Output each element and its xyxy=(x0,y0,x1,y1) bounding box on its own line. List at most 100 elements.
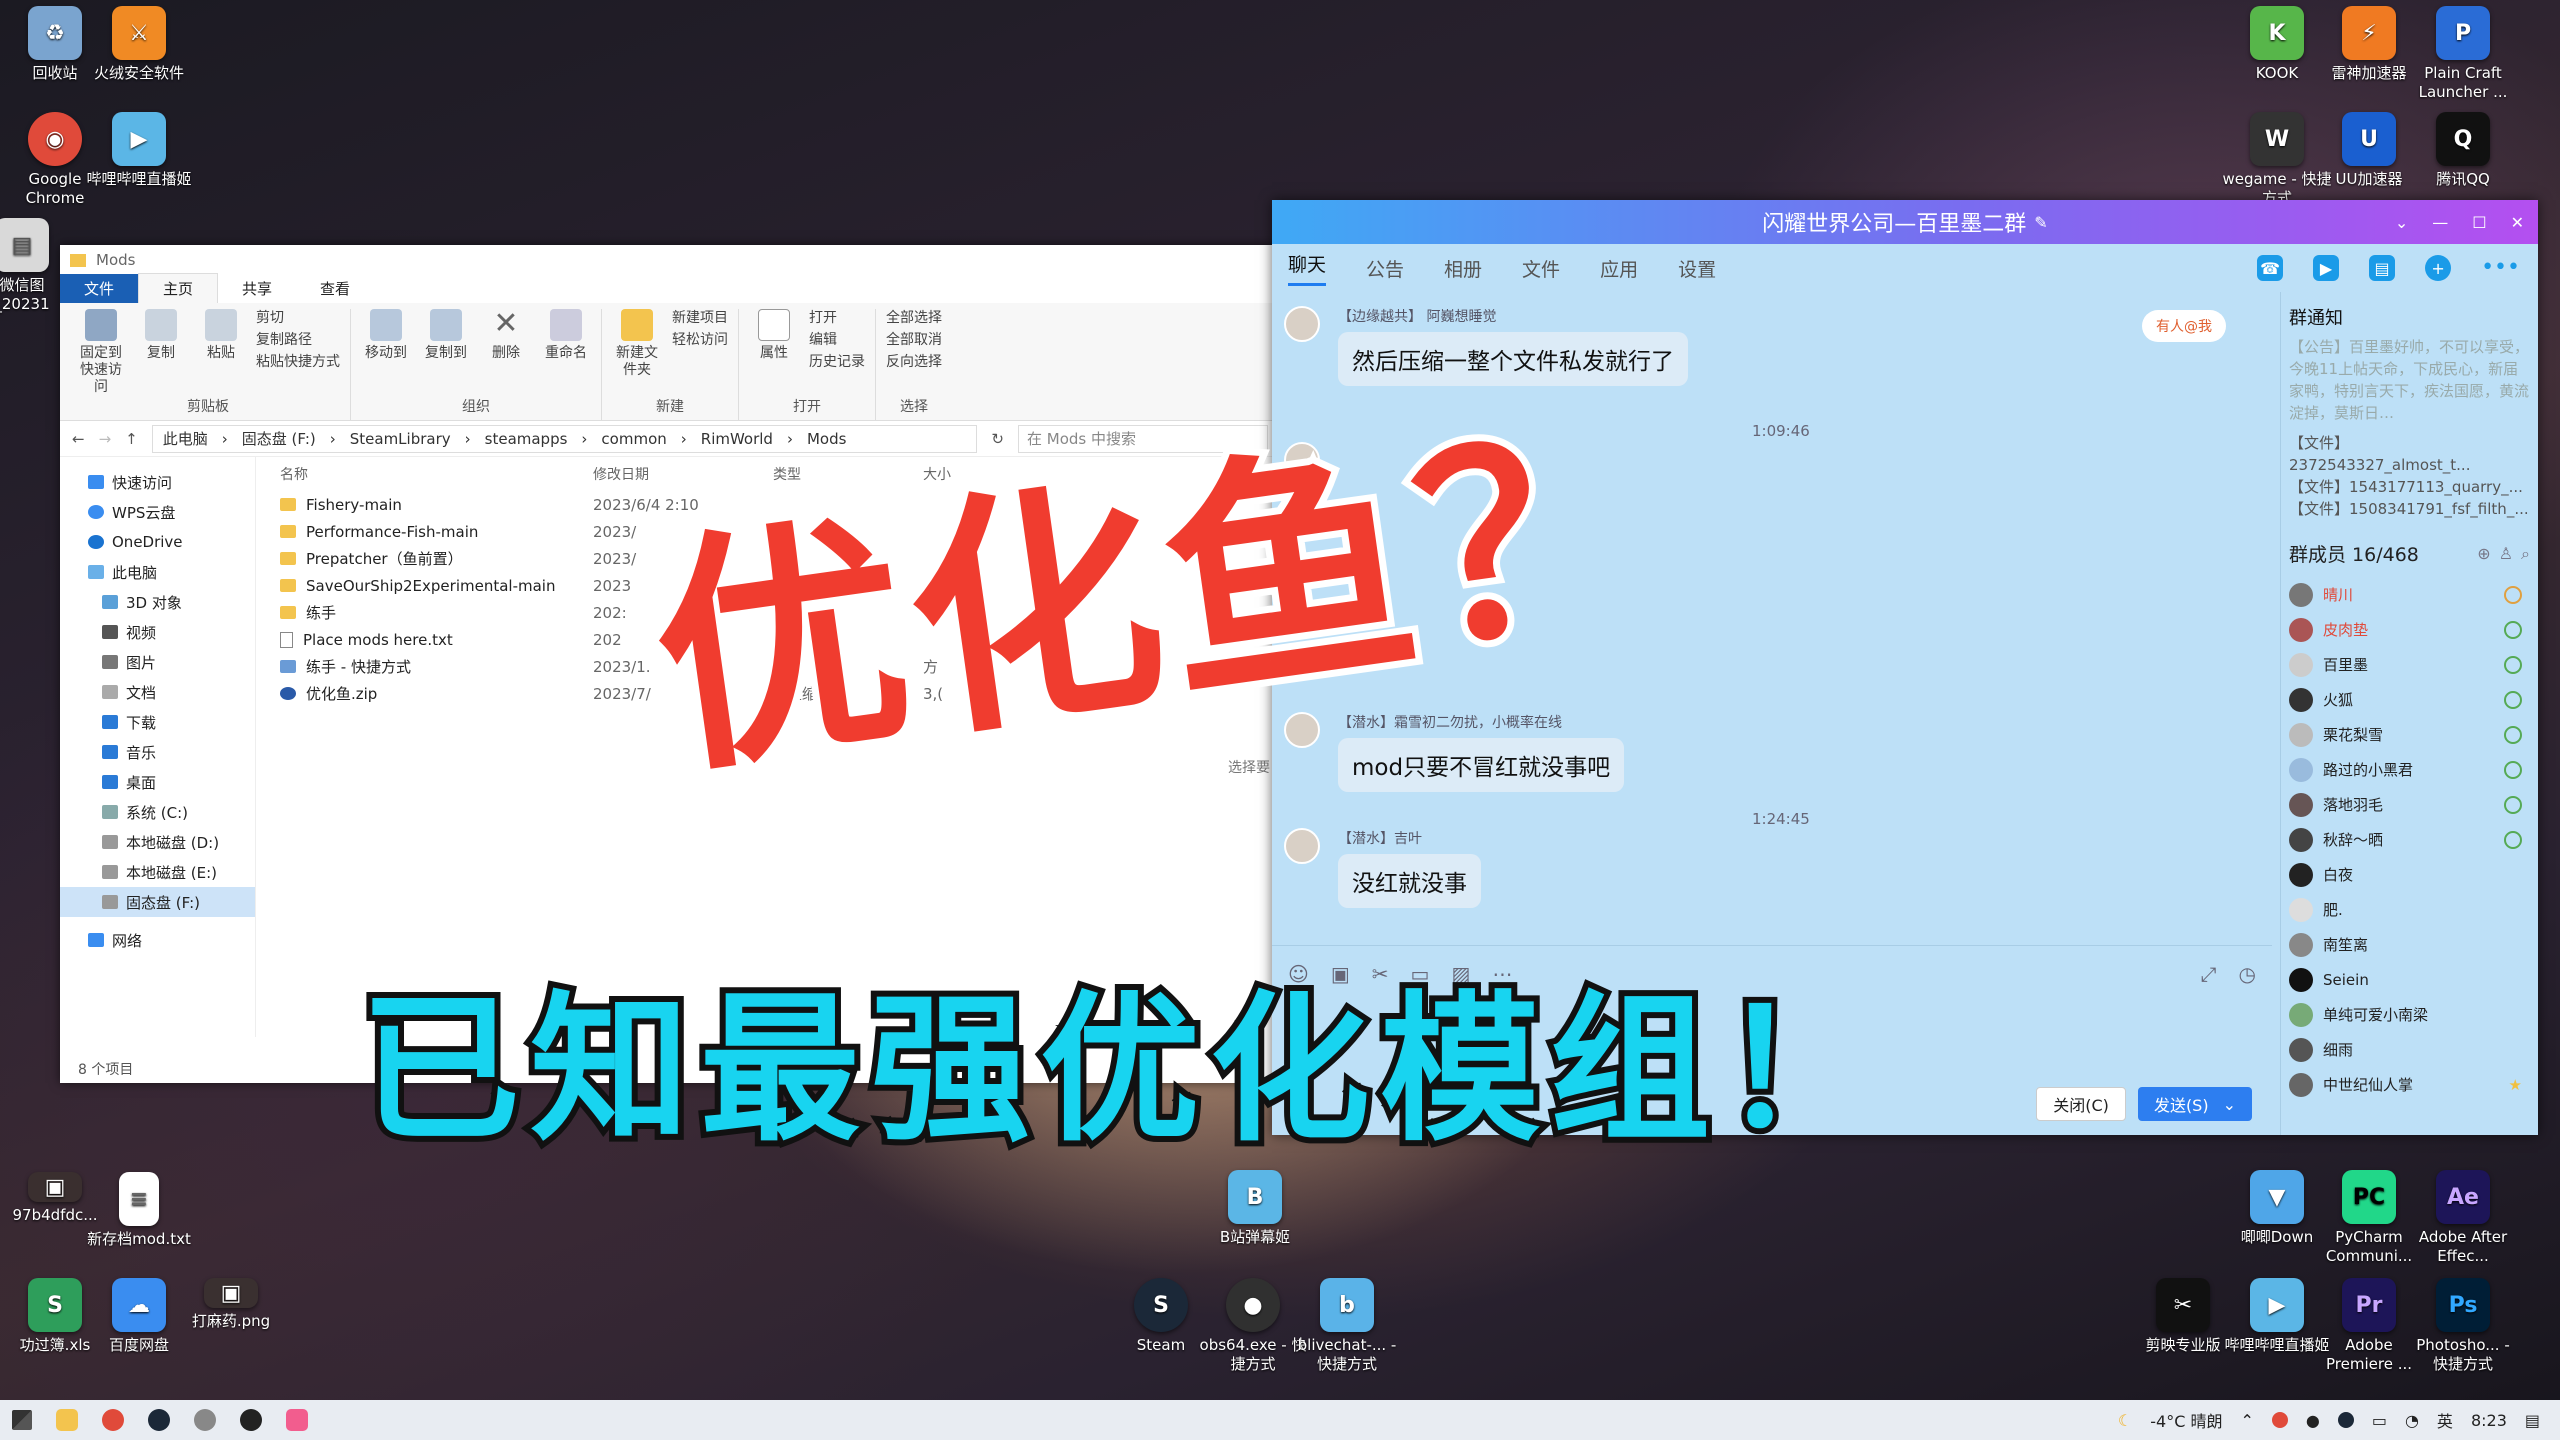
crumb[interactable]: 固态盘 (F:) xyxy=(242,428,316,449)
cut-button[interactable]: 剪切 xyxy=(256,309,340,327)
up-icon[interactable]: ↑ xyxy=(125,430,138,448)
tab-chat[interactable]: 聊天 xyxy=(1288,250,1327,286)
nav-item-drive-d[interactable]: 本地磁盘 (D:) xyxy=(60,827,255,857)
chevron-up-icon[interactable]: ⌃ xyxy=(2240,1411,2253,1430)
nav-item-desktop[interactable]: 桌面 xyxy=(60,767,255,797)
tab-announcement[interactable]: 公告 xyxy=(1366,255,1404,282)
member-item[interactable]: 肥. xyxy=(2289,892,2530,927)
file-explorer-icon[interactable] xyxy=(56,1409,78,1431)
send-button[interactable]: 发送(S) ⌄ xyxy=(2137,1087,2252,1121)
history-button[interactable]: 历史记录 xyxy=(809,353,865,371)
bilibili-icon[interactable] xyxy=(286,1409,308,1431)
expand-icon[interactable]: ⤢ xyxy=(2201,962,2217,986)
tab-home[interactable]: 主页 xyxy=(138,273,219,303)
qq-titlebar[interactable]: 闪耀世界公司—百里墨二群 ✎ ⌄ — ☐ ✕ xyxy=(1272,200,2538,244)
copy-path-button[interactable]: 复制路径 xyxy=(256,331,340,349)
member-item[interactable]: 秋辞～晒 xyxy=(2289,822,2530,857)
nav-item-drive-e[interactable]: 本地磁盘 (E:) xyxy=(60,857,255,887)
tab-apps[interactable]: 应用 xyxy=(1600,255,1638,282)
member-item[interactable]: 晴川 xyxy=(2289,577,2530,612)
back-icon[interactable]: ← xyxy=(72,430,85,448)
desktop-icon-pcl[interactable]: P Plain Craft Launcher ... xyxy=(2408,6,2518,102)
tab-file[interactable]: 文件 xyxy=(60,274,139,303)
weather-text[interactable]: -4°C 晴朗 xyxy=(2150,1408,2222,1432)
edit-button[interactable]: 编辑 xyxy=(809,331,865,349)
member-item[interactable]: 单纯可爱小南梁 xyxy=(2289,997,2530,1032)
nav-item-videos[interactable]: 视频 xyxy=(60,617,255,647)
chevron-down-icon[interactable]: ⌄ xyxy=(2395,213,2408,232)
move-to-button[interactable]: 移动到 xyxy=(361,309,411,362)
select-none-button[interactable]: 全部取消 xyxy=(886,331,942,349)
select-all-button[interactable]: 全部选择 xyxy=(886,309,942,327)
crumb[interactable]: common xyxy=(601,430,666,448)
tab-files[interactable]: 文件 xyxy=(1522,255,1560,282)
delete-button[interactable]: ✕ 删除 xyxy=(481,309,531,362)
close-icon[interactable]: ✕ xyxy=(2511,213,2524,232)
nav-item-downloads[interactable]: 下载 xyxy=(60,707,255,737)
pin-quick-access-button[interactable]: 固定到快速访问 xyxy=(76,309,126,396)
nav-item-network[interactable]: 网络 xyxy=(60,925,255,955)
network-icon[interactable]: ▭ xyxy=(2372,1411,2387,1430)
tab-album[interactable]: 相册 xyxy=(1444,255,1482,282)
crumb[interactable]: steamapps xyxy=(485,430,568,448)
tab-view[interactable]: 查看 xyxy=(296,274,374,303)
member-item[interactable]: 百里墨 xyxy=(2289,647,2530,682)
notice-file[interactable]: 【文件】2372543327_almost_t... xyxy=(2289,432,2530,476)
explorer-titlebar[interactable]: Mods xyxy=(60,245,1280,275)
tab-share[interactable]: 共享 xyxy=(218,274,296,303)
member-item[interactable]: 南笙离 xyxy=(2289,927,2530,962)
rename-button[interactable]: 重命名 xyxy=(541,309,591,362)
member-item[interactable]: 栗花梨雪 xyxy=(2289,717,2530,752)
invite-icon[interactable]: ⊕ xyxy=(2477,544,2490,563)
nav-item-music[interactable]: 音乐 xyxy=(60,737,255,767)
nav-item-quick-access[interactable]: 快速访问 xyxy=(60,467,255,497)
close-button[interactable]: 关闭(C) xyxy=(2036,1087,2126,1121)
open-button[interactable]: 打开 xyxy=(809,309,865,327)
copy-to-button[interactable]: 复制到 xyxy=(421,309,471,362)
more-icon[interactable]: ••• xyxy=(2481,255,2520,281)
history-clock-icon[interactable]: ◷ xyxy=(2239,962,2256,986)
nav-item-this-pc[interactable]: 此电脑 xyxy=(60,557,255,587)
member-item[interactable]: 落地羽毛 xyxy=(2289,787,2530,822)
nav-item-wps[interactable]: WPS云盘 xyxy=(60,497,255,527)
steam-icon[interactable] xyxy=(148,1409,170,1431)
add-member-icon[interactable]: + xyxy=(2425,255,2452,281)
avatar[interactable] xyxy=(1284,828,1320,864)
chevron-down-icon[interactable]: ⌄ xyxy=(2223,1095,2236,1114)
phone-icon[interactable]: ☎ xyxy=(2257,255,2284,281)
desktop-icon-png[interactable]: ▣ 打麻药.png xyxy=(176,1278,286,1331)
screen-share-icon[interactable]: ▤ xyxy=(2369,255,2396,281)
desktop-icon-qq[interactable]: Q 腾讯QQ xyxy=(2408,112,2518,189)
desktop-icon-wechat-image[interactable]: ▤ 微信图_20231 xyxy=(0,218,62,314)
crumb[interactable]: SteamLibrary xyxy=(350,430,451,448)
notice-file[interactable]: 【文件】1543177113_quarry_... xyxy=(2289,476,2530,498)
nav-item-drive-c[interactable]: 系统 (C:) xyxy=(60,797,255,827)
ime-indicator[interactable]: 英 xyxy=(2437,1408,2453,1432)
invert-selection-button[interactable]: 反向选择 xyxy=(886,353,942,371)
member-icon[interactable]: ♙ xyxy=(2499,544,2513,563)
tray-app-icon[interactable] xyxy=(2271,1412,2288,1428)
video-call-icon[interactable]: ▶ xyxy=(2313,255,2340,281)
member-item[interactable]: 细雨 xyxy=(2289,1032,2530,1067)
forward-icon[interactable]: → xyxy=(99,430,112,448)
member-item[interactable]: 路过的小黑君 xyxy=(2289,752,2530,787)
edit-icon[interactable]: ✎ xyxy=(2034,213,2047,232)
windows-start-icon[interactable] xyxy=(12,1410,32,1430)
paste-button[interactable]: 粘贴 xyxy=(196,309,246,396)
desktop-icon-photoshop[interactable]: Ps Photosho... - 快捷方式 xyxy=(2408,1278,2518,1374)
nav-item-onedrive[interactable]: OneDrive xyxy=(60,527,255,557)
desktop-icon-blivechat[interactable]: b blivechat-... - 快捷方式 xyxy=(1292,1278,1402,1374)
notice-file[interactable]: 【文件】1508341791_fsf_filth_... xyxy=(2289,498,2530,520)
desktop-icon-huorong[interactable]: ⚔ 火绒安全软件 xyxy=(84,6,194,83)
new-item-button[interactable]: 新建项目 xyxy=(672,309,728,327)
volume-icon[interactable]: ◔ xyxy=(2405,1411,2419,1430)
tab-settings[interactable]: 设置 xyxy=(1678,255,1716,282)
desktop-icon-bili-live[interactable]: ▶ 哔哩哔哩直播姬 xyxy=(84,112,194,189)
nav-item-3d[interactable]: 3D 对象 xyxy=(60,587,255,617)
easy-access-button[interactable]: 轻松访问 xyxy=(672,331,728,349)
desktop-icon-after-effects[interactable]: Ae Adobe After Effec... xyxy=(2408,1170,2518,1266)
properties-button[interactable]: 属性 xyxy=(749,309,799,371)
member-item[interactable]: Seiein xyxy=(2289,962,2530,997)
microphone-icon[interactable]: ● xyxy=(2306,1411,2320,1430)
paste-shortcut-button[interactable]: 粘贴快捷方式 xyxy=(256,353,340,371)
